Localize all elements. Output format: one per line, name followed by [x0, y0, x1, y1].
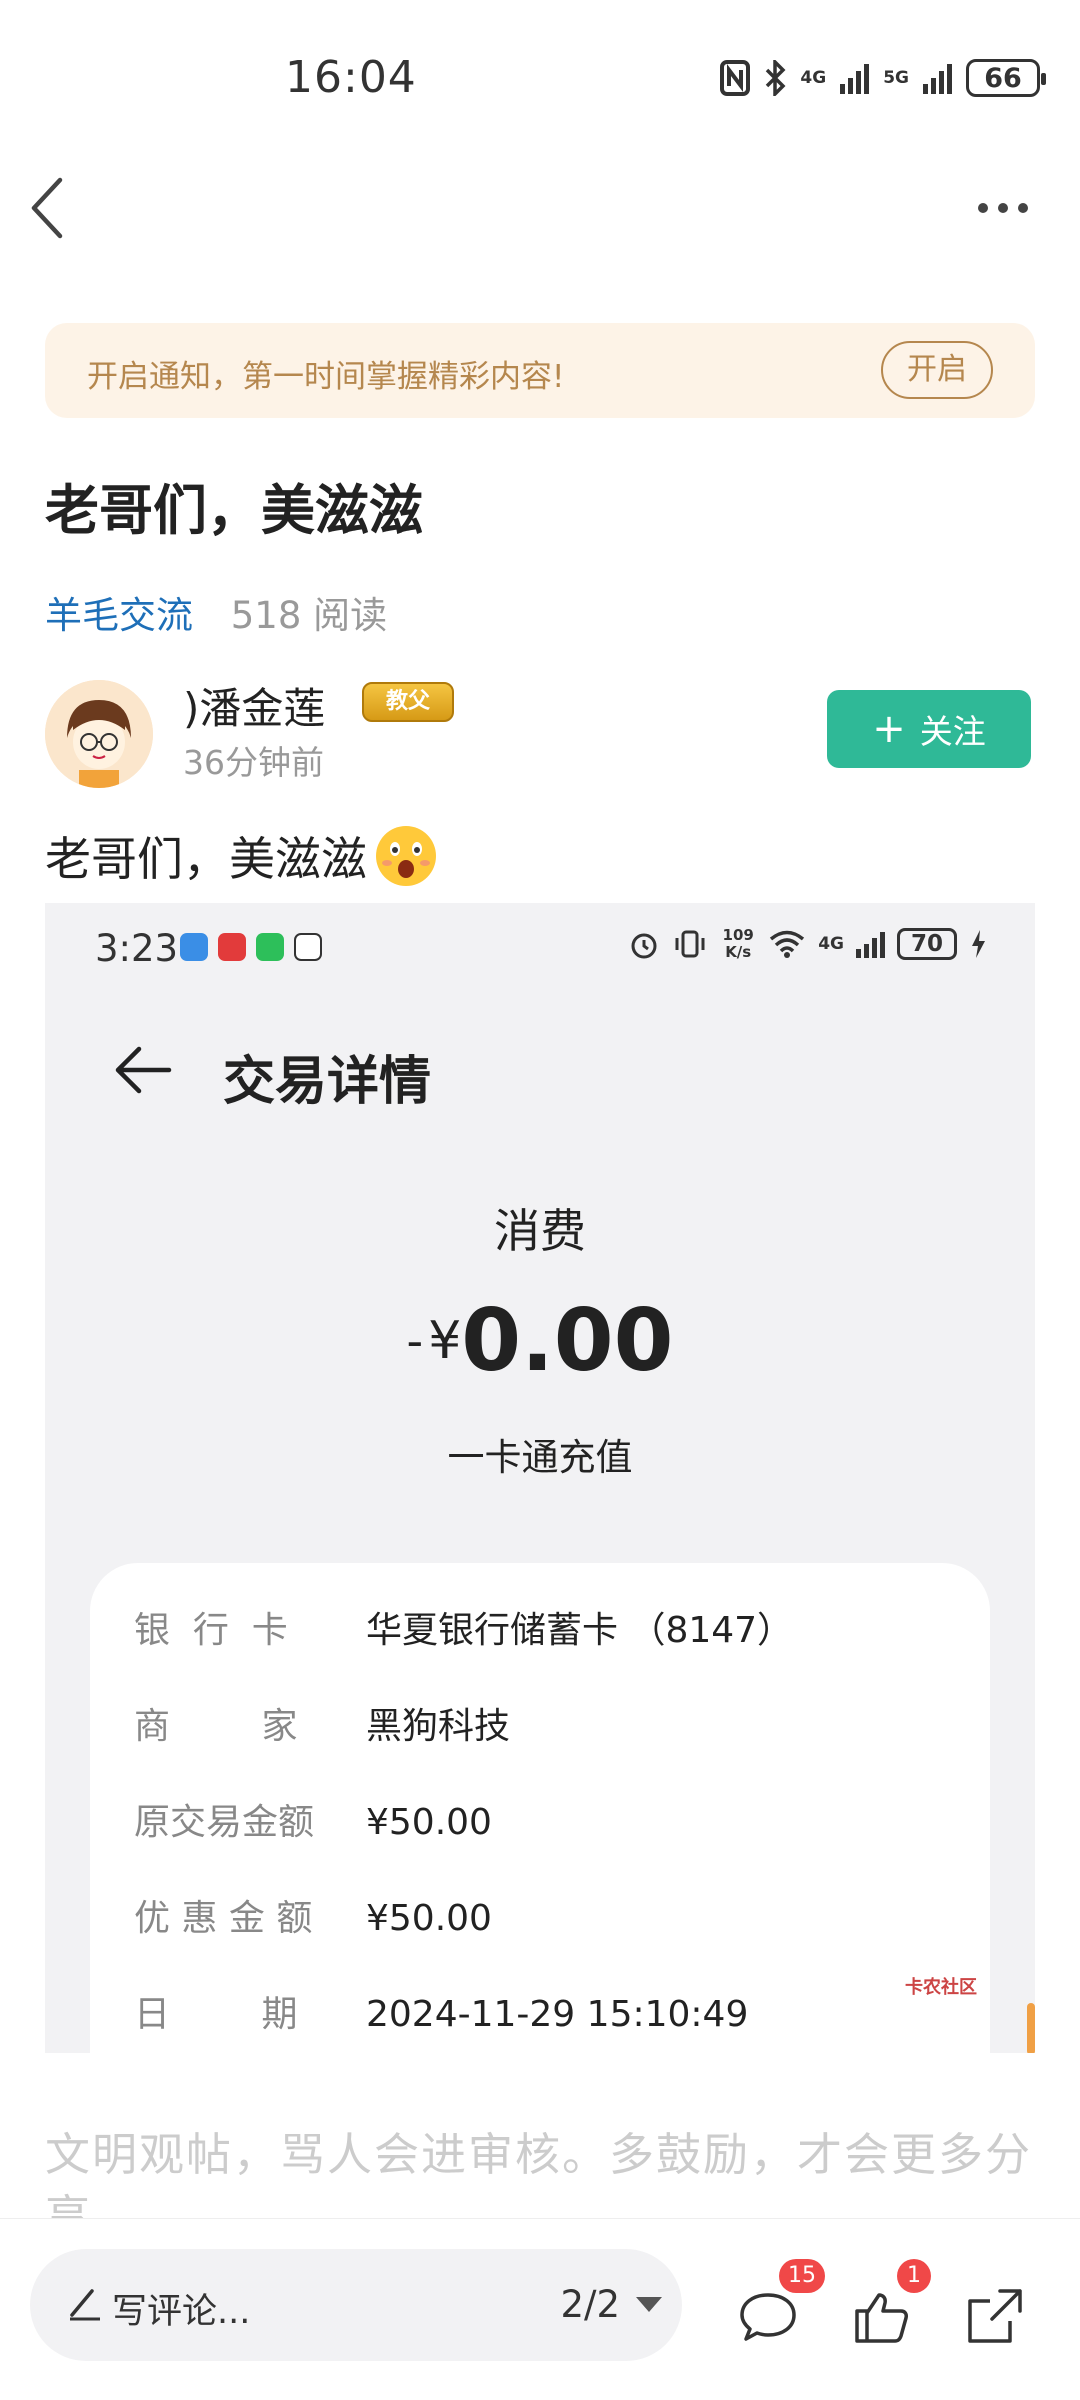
status-bar: 16:04 4G 5G 66: [0, 0, 1080, 150]
wifi-icon: [770, 930, 805, 958]
caret-down-icon[interactable]: [636, 2297, 662, 2312]
author-badge: 教父: [362, 682, 454, 722]
image-back-arrow-icon: [113, 1045, 173, 1095]
net-type-1: 4G: [800, 67, 827, 88]
signal-icon-2: [923, 62, 952, 94]
avatar-face-icon: [45, 680, 153, 788]
post-time: 36分钟前: [183, 743, 324, 782]
back-button[interactable]: [22, 168, 82, 248]
scroll-indicator: [1027, 2003, 1035, 2053]
post-image[interactable]: 3:23 109 K/s 4G 70 交易详情 消费 - ¥0.00 一卡通充值…: [45, 903, 1035, 2053]
image-transaction-desc: 一卡通充值: [447, 1436, 633, 1479]
status-icons: 4G 5G 66: [720, 56, 1046, 100]
comments-button[interactable]: 15: [733, 2259, 825, 2351]
comments-count-badge: 15: [779, 2259, 825, 2293]
read-count: 518 阅读: [230, 594, 388, 637]
follow-label: 关注: [919, 712, 986, 751]
battery-icon: 66: [966, 59, 1046, 97]
image-transaction-kind: 消费: [494, 1204, 586, 1258]
image-detail-card: 银 行 卡华夏银行储蓄卡 （8147） 商 家黑狗科技 原交易金额 ¥50.00 …: [90, 1563, 990, 2053]
nfc-icon: [720, 60, 751, 96]
pen-icon: [70, 2289, 100, 2321]
page-indicator[interactable]: 2/2: [560, 2283, 620, 2326]
more-dot-icon: [978, 203, 988, 213]
detail-row: 日 期 2024-11-29 15:10:49: [134, 1994, 749, 2035]
post-title: 老哥们，美滋滋: [45, 479, 423, 542]
more-dot-icon: [998, 203, 1008, 213]
alarm-icon: [631, 933, 657, 959]
app-notification-icon: [218, 933, 246, 961]
plus-icon: +: [872, 706, 906, 752]
vibrate-icon: [675, 930, 705, 958]
like-button[interactable]: 1: [847, 2259, 931, 2351]
nfc-icon: [294, 933, 322, 961]
image-currency: ¥: [428, 1311, 462, 1371]
app-notification-icon: [180, 933, 208, 961]
comment-placeholder: 写评论...: [112, 2292, 251, 2332]
detail-row: 原交易金额 ¥50.00: [134, 1802, 492, 1843]
post-meta: 羊毛交流 518 阅读: [45, 585, 387, 639]
category-link[interactable]: 羊毛交流: [45, 594, 193, 637]
post-body-text: 老哥们，美滋滋: [45, 832, 367, 886]
notification-text: 开启通知，第一时间掌握精彩内容!: [87, 359, 565, 395]
detail-row: 商 家黑狗科技: [134, 1706, 511, 1747]
avatar[interactable]: [45, 680, 153, 788]
image-page-title: 交易详情: [223, 1052, 432, 1112]
more-button[interactable]: [978, 188, 1038, 228]
follow-button[interactable]: + 关注: [827, 690, 1031, 768]
author-name[interactable]: )潘金莲: [183, 675, 325, 736]
share-icon: [968, 2289, 1022, 2343]
image-net-speed: 109 K/s: [722, 926, 754, 961]
more-dot-icon: [1018, 203, 1028, 213]
status-time: 16:04: [285, 52, 417, 103]
detail-row: 优 惠 金 额 ¥50.00: [134, 1898, 492, 1939]
image-amount-value: 0.00: [461, 1291, 674, 1391]
image-battery-icon: 70: [897, 928, 957, 960]
post-body: 老哥们，美滋滋: [45, 823, 439, 889]
detail-row: 银 行 卡华夏银行储蓄卡 （8147）: [134, 1610, 794, 1651]
wechat-icon: [256, 933, 284, 961]
signal-icon: [840, 62, 870, 94]
image-status-time: 3:23: [95, 927, 179, 970]
image-amount-sign: -: [406, 1314, 424, 1368]
charging-icon: [972, 930, 985, 958]
comment-guideline: 文明观帖，骂人会进审核。多鼓励，才会更多分享: [45, 2128, 1033, 2220]
notification-banner: 开启通知，第一时间掌握精彩内容! 开启: [45, 323, 1035, 418]
image-app-icons: [180, 933, 322, 961]
image-signal-icon: [856, 930, 885, 958]
image-status-icons: 109 K/s 4G 70: [628, 927, 987, 961]
image-net-type: 4G: [818, 933, 844, 954]
surprised-emoji-icon: [376, 826, 436, 886]
chevron-left-icon: [31, 177, 63, 239]
enable-notification-button[interactable]: 开启: [881, 341, 993, 399]
net-type-2: 5G: [883, 67, 909, 88]
watermark: 卡农社区: [905, 1977, 977, 1998]
image-amount: - ¥0.00: [45, 1291, 1035, 1391]
bottom-action-bar: 写评论... 2/2 15 1: [0, 2218, 1080, 2400]
share-button[interactable]: [960, 2281, 1030, 2351]
bluetooth-icon: [766, 60, 786, 96]
comment-input[interactable]: 写评论... 2/2: [30, 2249, 682, 2361]
likes-count-badge: 1: [897, 2259, 931, 2293]
